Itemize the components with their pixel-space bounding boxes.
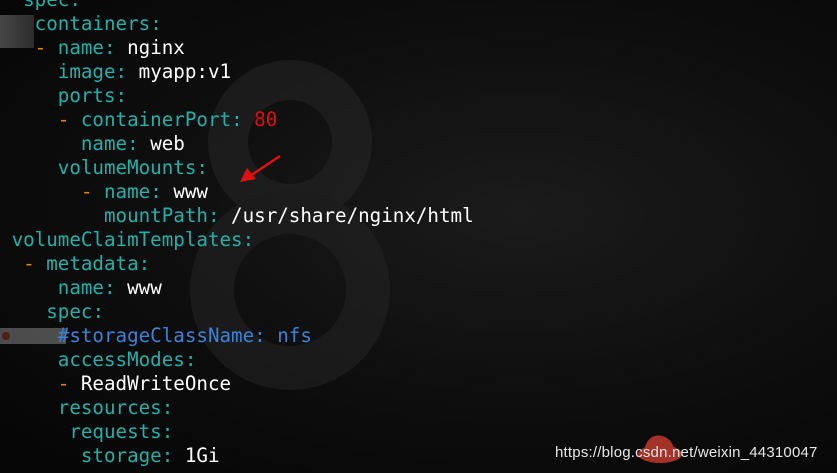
code-line[interactable]: storage: 1Gi <box>0 444 474 468</box>
list-dash: - <box>80 180 104 203</box>
yaml-value: web <box>150 132 185 155</box>
list-dash: - <box>57 108 81 131</box>
code-line[interactable]: image: myapp:v1 <box>0 60 474 84</box>
code-line[interactable]: mountPath: /usr/share/nginx/html <box>0 204 474 228</box>
yaml-colon: : <box>242 228 255 251</box>
yaml-colon: : <box>103 276 128 299</box>
code-line[interactable]: name: www <box>0 276 474 300</box>
yaml-colon: : <box>150 12 162 35</box>
yaml-colon: : <box>103 36 128 59</box>
yaml-key: name <box>57 276 104 299</box>
yaml-key: storage <box>80 444 162 467</box>
yaml-colon: : <box>92 300 104 323</box>
yaml-key: resources <box>57 396 162 419</box>
yaml-key: spec <box>23 0 69 11</box>
code-line[interactable]: requests: <box>0 420 474 444</box>
yaml-value: nginx <box>127 36 185 59</box>
yaml-colon: : <box>196 156 208 179</box>
red-arrow-icon <box>240 154 281 182</box>
yaml-key: image <box>57 60 116 83</box>
yaml-value: 1Gi <box>184 444 220 467</box>
code-line[interactable]: - containerPort: 80 <box>0 108 474 132</box>
yaml-value: ReadWriteOnce <box>80 372 232 395</box>
yaml-colon: : <box>127 132 151 155</box>
code-line[interactable]: - metadata: <box>0 252 474 276</box>
yaml-key: volumeClaimTemplates <box>11 228 243 251</box>
yaml-value: /usr/share/nginx/html <box>231 204 474 227</box>
yaml-colon: : <box>150 180 174 203</box>
yaml-key: metadata <box>46 252 139 275</box>
yaml-colon: : <box>161 420 174 443</box>
list-dash: - <box>57 372 81 395</box>
code-line[interactable]: #storageClassName: nfs <box>0 324 474 348</box>
terminal-window[interactable]: spec: containers: - name: nginx image: m… <box>0 0 837 473</box>
yaml-key: ports <box>57 84 116 107</box>
yaml-key: requests <box>69 420 162 443</box>
list-dash: - <box>23 252 47 275</box>
code-line[interactable]: volumeClaimTemplates: <box>0 228 474 252</box>
code-line[interactable]: spec: <box>0 300 474 324</box>
code-line[interactable]: spec: <box>0 0 474 12</box>
yaml-colon: : <box>161 444 185 467</box>
yaml-key: containers <box>34 12 151 35</box>
yaml-editor[interactable]: spec: containers: - name: nginx image: m… <box>0 0 474 468</box>
code-line[interactable]: containers: <box>0 12 474 36</box>
yaml-value: 80 <box>254 108 278 131</box>
yaml-key: containerPort <box>80 108 232 131</box>
yaml-value: myapp:v1 <box>138 60 232 83</box>
code-line[interactable]: ports: <box>0 84 474 108</box>
watermark-url: https://blog.csdn.net/weixin_44310047 <box>555 444 818 461</box>
yaml-value: www <box>127 276 162 299</box>
yaml-key: mountPath <box>103 204 208 227</box>
yaml-colon: : <box>161 396 174 419</box>
yaml-value: www <box>173 180 208 203</box>
yaml-colon: : <box>69 0 81 11</box>
yaml-colon: : <box>184 348 197 371</box>
yaml-key: accessModes <box>57 348 185 371</box>
code-line[interactable]: - name: nginx <box>0 36 474 60</box>
yaml-key: name <box>57 36 104 59</box>
yaml-colon: : <box>138 252 151 275</box>
code-line[interactable]: accessModes: <box>0 348 474 372</box>
code-line[interactable]: resources: <box>0 396 474 420</box>
yaml-key: name <box>80 132 128 155</box>
yaml-colon: : <box>115 60 139 83</box>
yaml-comment: #storageClassName: nfs <box>57 324 312 347</box>
yaml-key: spec <box>46 300 93 323</box>
yaml-colon: : <box>231 108 255 131</box>
yaml-colon: : <box>115 84 128 107</box>
code-line[interactable]: - ReadWriteOnce <box>0 372 474 396</box>
yaml-key: name <box>103 180 151 203</box>
yaml-colon: : <box>207 204 232 227</box>
list-dash: - <box>34 36 58 59</box>
yaml-key: volumeMounts <box>57 156 197 179</box>
